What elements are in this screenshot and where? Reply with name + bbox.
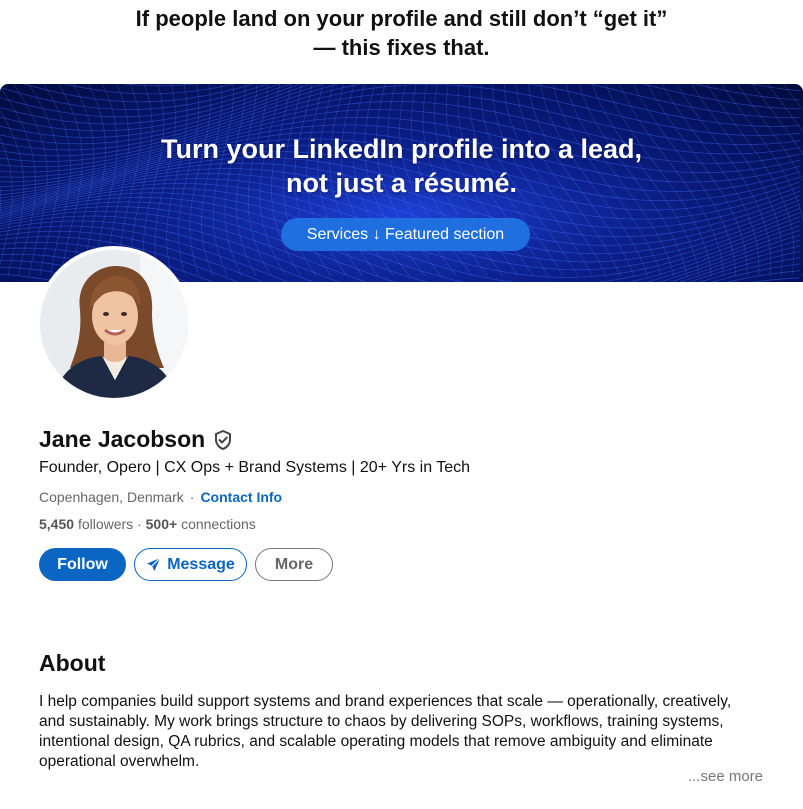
headline-line-2: — this fixes that. — [313, 35, 490, 60]
banner-line-1: Turn your LinkedIn profile into a lead, — [160, 134, 643, 164]
more-button[interactable]: More — [255, 548, 333, 581]
location-row: Copenhagen, Denmark · Contact Info — [39, 489, 282, 505]
network-stats: 5,450 followers · 500+ connections — [39, 516, 256, 532]
send-icon — [147, 557, 161, 572]
shield-check-icon — [215, 429, 232, 450]
follow-button[interactable]: Follow — [39, 548, 126, 581]
location-text: Copenhagen, Denmark — [39, 489, 184, 505]
connections-label[interactable]: connections — [181, 516, 256, 532]
services-featured-pill[interactable]: Services ↓ Featured section — [281, 218, 530, 251]
see-more-link[interactable]: ...see more — [688, 768, 763, 785]
profile-name: Jane Jacobson — [39, 426, 206, 452]
about-text: I help companies build support systems a… — [39, 693, 732, 770]
banner-headline: Turn your LinkedIn profile into a lead, … — [0, 132, 803, 200]
stats-separator: · — [137, 516, 142, 532]
post-headline: If people land on your profile and still… — [0, 0, 803, 78]
more-label: More — [274, 555, 314, 573]
follow-label: Follow — [57, 555, 108, 573]
message-label: Message — [167, 555, 235, 573]
profile-name-row: Jane Jacobson — [39, 426, 233, 453]
separator: · — [189, 489, 195, 505]
message-button[interactable]: Message — [134, 548, 247, 581]
profile-photo — [40, 250, 188, 398]
avatar[interactable] — [36, 246, 192, 402]
headline-line-1: If people land on your profile and still… — [135, 6, 668, 31]
connections-count: 500+ — [145, 516, 178, 532]
contact-info-link[interactable]: Contact Info — [200, 489, 282, 505]
about-heading: About — [39, 650, 106, 676]
banner-line-2: not just a résumé. — [285, 168, 518, 198]
person-portrait-icon — [40, 250, 188, 398]
followers-count: 5,450 — [39, 516, 75, 532]
followers-label[interactable]: followers — [78, 516, 133, 532]
profile-headline: Founder, Opero | CX Ops + Brand Systems … — [39, 459, 471, 476]
